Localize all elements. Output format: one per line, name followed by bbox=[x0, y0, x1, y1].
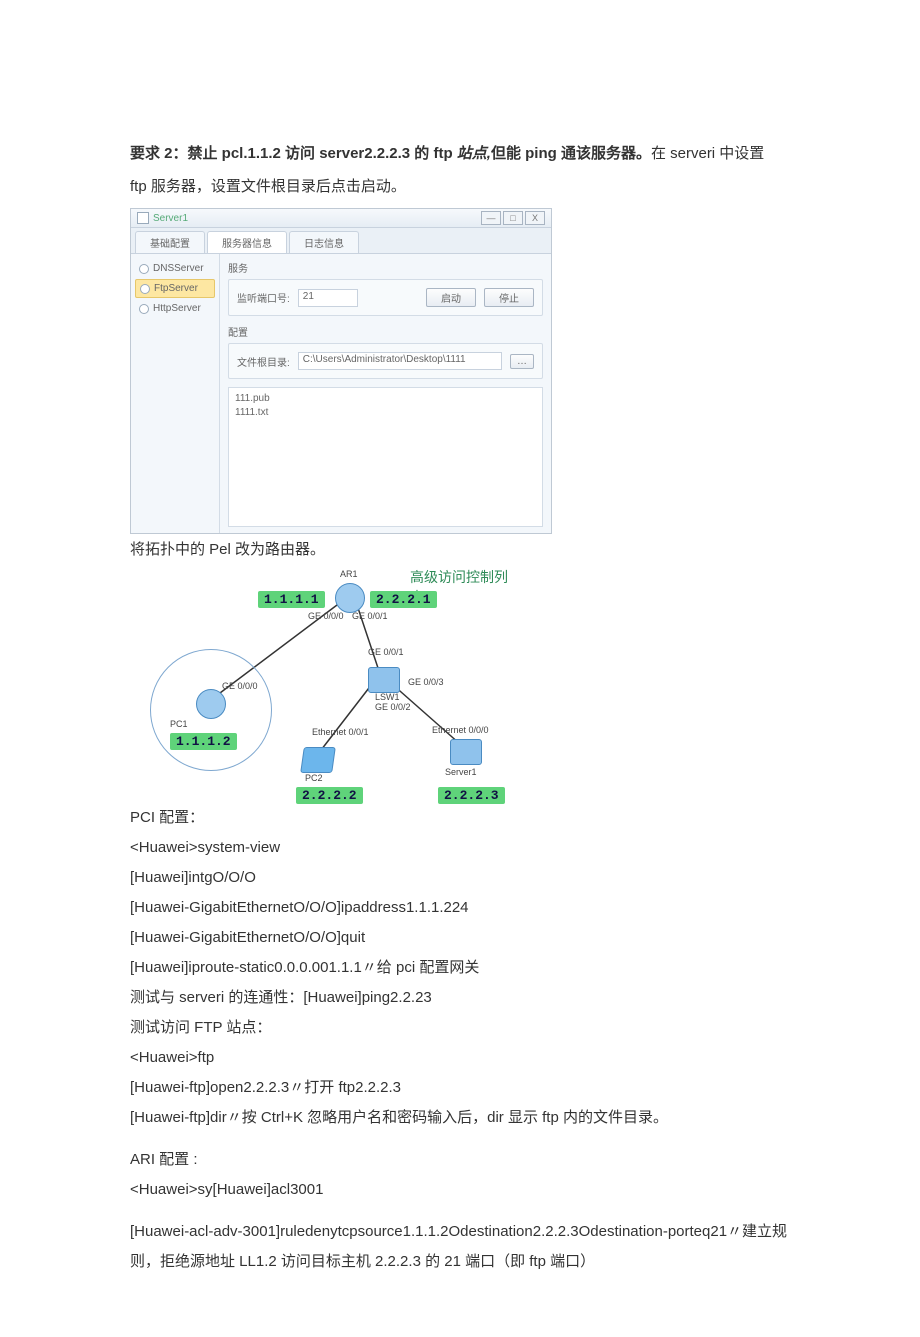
pc1-label: PC1 bbox=[170, 719, 188, 729]
switch-lsw1 bbox=[368, 667, 400, 693]
titlebar: Server1 — □ X bbox=[131, 209, 551, 228]
text-line: [Huawei-acl-adv-3001]ruledenytcpsource1.… bbox=[130, 1217, 790, 1277]
pc2-label: PC2 bbox=[305, 773, 323, 783]
heading-italic: 站点, bbox=[457, 145, 491, 162]
sidebar-item-label: HttpServer bbox=[153, 303, 201, 314]
ip-label: 2.2.2.1 bbox=[370, 591, 437, 608]
port-label: GE 0/0/2 bbox=[375, 702, 411, 712]
sub-line: ftp 服务器，设置文件根目录后点击启动。 bbox=[130, 173, 790, 200]
stop-button[interactable]: 停止 bbox=[484, 288, 534, 307]
text-line: [Huawei-ftp]dir〃按 Ctrl+K 忽略用户名和密码输入后，dir… bbox=[130, 1103, 790, 1133]
tabs: 基础配置 服务器信息 日志信息 bbox=[131, 228, 551, 254]
heading-prefix: 要求 2：禁止 pcl.1.1.2 访问 server2.2.2.3 的 ftp bbox=[130, 145, 457, 162]
text-line: <Huawei>ftp bbox=[130, 1043, 790, 1073]
port-label: Ethernet 0/0/0 bbox=[432, 725, 489, 735]
text-line: 测试访问 FTP 站点： bbox=[130, 1013, 790, 1043]
heading-rest-bold: 但能 ping 通该服务器。 bbox=[491, 145, 651, 162]
dot-icon bbox=[139, 264, 149, 274]
text-line: 测试与 serveri 的连通性：[Huawei]ping2.2.23 bbox=[130, 983, 790, 1013]
port-label: GE 0/0/0 bbox=[308, 611, 344, 621]
window-title: Server1 bbox=[153, 213, 188, 224]
text-line: [Huawei]intgO/O/O bbox=[130, 863, 790, 893]
maximize-button[interactable]: □ bbox=[503, 211, 523, 225]
pc2-device bbox=[300, 747, 336, 773]
text-line: [Huawei-GigabitEthernetO/O/O]ipaddress1.… bbox=[130, 893, 790, 923]
sidebar-item-label: FtpServer bbox=[154, 283, 198, 294]
port-label: GE 0/0/3 bbox=[408, 677, 444, 687]
ip-label: 1.1.1.1 bbox=[258, 591, 325, 608]
text-line: PCI 配置： bbox=[130, 803, 790, 833]
dot-icon bbox=[140, 284, 150, 294]
server1-device bbox=[450, 739, 482, 765]
server-window: Server1 — □ X 基础配置 服务器信息 日志信息 DNSServer … bbox=[130, 208, 552, 534]
text-line: [Huawei-ftp]open2.2.2.3〃打开 ftp2.2.2.3 bbox=[130, 1073, 790, 1103]
list-item[interactable]: 111.pub bbox=[235, 392, 536, 406]
text-line: <Huawei>sy[Huawei]acl3001 bbox=[130, 1175, 790, 1205]
text-line: <Huawei>system-view bbox=[130, 833, 790, 863]
ip-label: 2.2.2.2 bbox=[296, 787, 363, 804]
tab-server[interactable]: 服务器信息 bbox=[207, 231, 287, 253]
text-line: ARI 配置 : bbox=[130, 1145, 790, 1175]
text-line: [Huawei-GigabitEthernetO/O/O]quit bbox=[130, 923, 790, 953]
sidebar-item-http[interactable]: HttpServer bbox=[135, 300, 215, 317]
port-label: GE 0/0/0 bbox=[222, 681, 258, 691]
minimize-button[interactable]: — bbox=[481, 211, 501, 225]
port-label: 监听端口号: bbox=[237, 290, 290, 305]
lsw1-label: LSW1 bbox=[375, 692, 400, 702]
server1-label: Server1 bbox=[445, 767, 477, 777]
config-text: PCI 配置： <Huawei>system-view [Huawei]intg… bbox=[130, 803, 790, 1277]
root-label: 文件根目录: bbox=[237, 354, 290, 369]
port-label: GE 0/0/1 bbox=[368, 647, 404, 657]
heading: 要求 2：禁止 pcl.1.1.2 访问 server2.2.2.3 的 ftp… bbox=[130, 140, 790, 167]
router-pc1 bbox=[196, 689, 226, 719]
tab-basic[interactable]: 基础配置 bbox=[135, 231, 205, 253]
browse-button[interactable]: … bbox=[510, 354, 534, 369]
close-button[interactable]: X bbox=[525, 211, 545, 225]
topology-diagram: 高级访问控制列表 AR1 1.1.1.1 2.2.2.1 GE 0/0/0 GE… bbox=[160, 569, 510, 799]
root-input[interactable]: C:\Users\Administrator\Desktop\1111 bbox=[298, 352, 502, 370]
start-button[interactable]: 启动 bbox=[426, 288, 476, 307]
sidebar-item-label: DNSServer bbox=[153, 263, 204, 274]
list-item[interactable]: 1111.txt bbox=[235, 406, 536, 420]
port-label: GE 0/0/1 bbox=[352, 611, 388, 621]
heading-rest-normal: 在 serveri 中设置 bbox=[651, 145, 764, 162]
file-list[interactable]: 111.pub 1111.txt bbox=[228, 387, 543, 527]
ar1-label: AR1 bbox=[340, 569, 358, 579]
service-group-title: 服务 bbox=[228, 260, 543, 275]
sidebar-item-dns[interactable]: DNSServer bbox=[135, 260, 215, 277]
sidebar-item-ftp[interactable]: FtpServer bbox=[135, 279, 215, 298]
ip-label: 1.1.1.2 bbox=[170, 733, 237, 750]
port-label: Ethernet 0/0/1 bbox=[312, 727, 369, 737]
router-ar1 bbox=[335, 583, 365, 613]
app-icon bbox=[137, 212, 149, 224]
dot-icon bbox=[139, 304, 149, 314]
config-group-title: 配置 bbox=[228, 324, 543, 339]
caption: 将拓扑中的 Pel 改为路由器。 bbox=[130, 538, 790, 559]
port-input[interactable]: 21 bbox=[298, 289, 358, 307]
tab-log[interactable]: 日志信息 bbox=[289, 231, 359, 253]
text-line: [Huawei]iproute-static0.0.0.001.1.1〃给 pc… bbox=[130, 953, 790, 983]
ip-label: 2.2.2.3 bbox=[438, 787, 505, 804]
server-sidebar: DNSServer FtpServer HttpServer bbox=[131, 254, 220, 533]
